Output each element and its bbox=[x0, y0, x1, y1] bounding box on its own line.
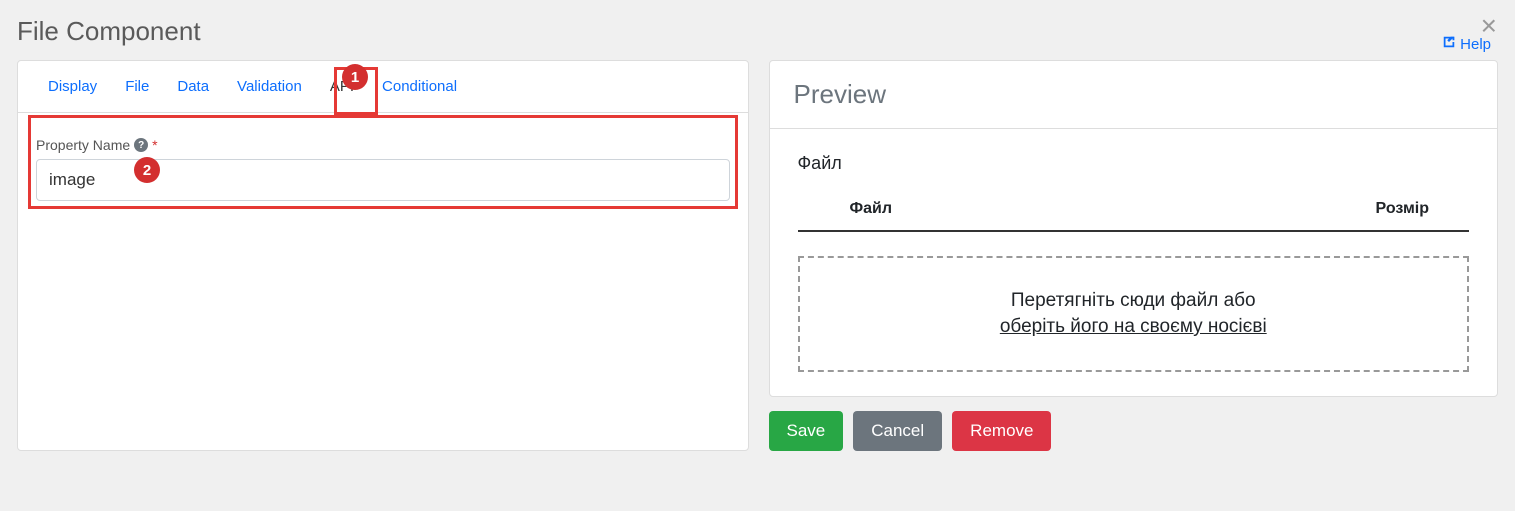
tab-display[interactable]: Display bbox=[34, 61, 111, 112]
callout-badge-2: 2 bbox=[134, 157, 160, 183]
callout-badge-1: 1 bbox=[342, 64, 368, 90]
tab-data[interactable]: Data bbox=[163, 61, 223, 112]
property-name-label: Property Name bbox=[36, 137, 130, 153]
file-dropzone[interactable]: Перетягніть сюди файл або оберіть його н… bbox=[798, 256, 1470, 372]
property-name-label-row: Property Name ? * bbox=[36, 137, 730, 153]
preview-panel: Preview Файл Файл Розмір Перетягніть сюд… bbox=[769, 60, 1499, 451]
action-buttons-row: Save Cancel Remove bbox=[769, 411, 1499, 451]
col-size-header: Розмір bbox=[1376, 200, 1429, 218]
col-file-header: Файл bbox=[850, 200, 893, 218]
tab-content-api: 1 2 Property Name ? * bbox=[18, 113, 748, 241]
tab-file[interactable]: File bbox=[111, 61, 163, 112]
remove-button[interactable]: Remove bbox=[952, 411, 1051, 451]
tab-conditional[interactable]: Conditional bbox=[368, 61, 471, 112]
tab-validation[interactable]: Validation bbox=[223, 61, 316, 112]
file-component-label: Файл bbox=[798, 153, 1470, 174]
settings-panel: Display File Data Validation API Conditi… bbox=[17, 60, 749, 451]
file-table-header: Файл Розмір bbox=[798, 192, 1470, 232]
help-label: Help bbox=[1460, 36, 1491, 53]
help-tooltip-icon[interactable]: ? bbox=[134, 138, 148, 152]
dropzone-browse-link[interactable]: оберіть його на своєму носієві bbox=[820, 316, 1448, 338]
page-title: File Component bbox=[17, 16, 201, 47]
help-link[interactable]: Help bbox=[1442, 35, 1491, 53]
cancel-button[interactable]: Cancel bbox=[853, 411, 942, 451]
new-window-icon bbox=[1442, 35, 1456, 53]
preview-title: Preview bbox=[794, 79, 1474, 110]
save-button[interactable]: Save bbox=[769, 411, 844, 451]
dropzone-text-line1: Перетягніть сюди файл або bbox=[820, 290, 1448, 312]
required-marker: * bbox=[152, 137, 157, 153]
tabs-bar: Display File Data Validation API Conditi… bbox=[18, 61, 748, 113]
